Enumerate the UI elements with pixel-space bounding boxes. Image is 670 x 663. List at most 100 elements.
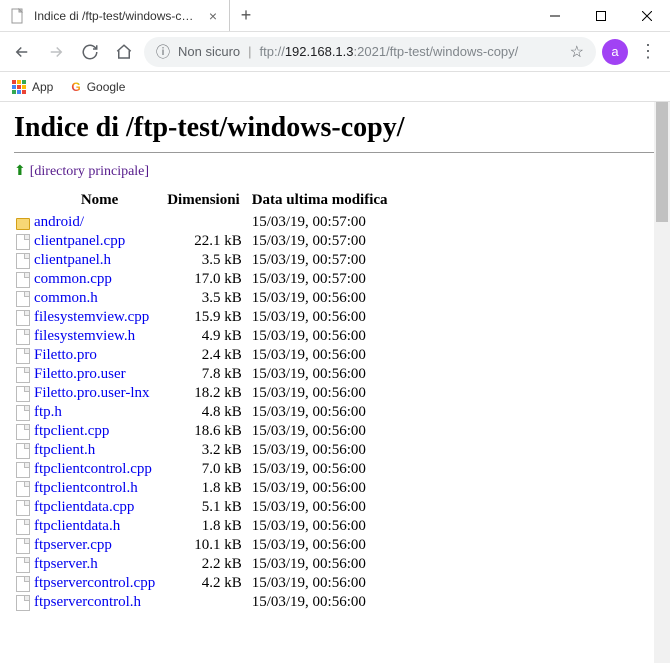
file-link[interactable]: ftpserver.h — [34, 556, 98, 572]
separator: | — [248, 44, 251, 59]
scrollbar-thumb[interactable] — [656, 102, 668, 222]
table-row: filesystemview.cpp15.9 kB15/03/19, 00:56… — [14, 308, 398, 327]
window-controls — [532, 0, 670, 31]
table-row: ftpservercontrol.h15/03/19, 00:56:00 — [14, 593, 398, 612]
file-link[interactable]: common.cpp — [34, 271, 112, 287]
cell-name: clientpanel.h — [14, 251, 165, 270]
scrollbar[interactable] — [654, 102, 670, 663]
cell-name: common.cpp — [14, 270, 165, 289]
reload-button[interactable] — [76, 38, 104, 66]
cell-size: 17.0 kB — [165, 270, 250, 289]
cell-size: 22.1 kB — [165, 232, 250, 251]
cell-size: 10.1 kB — [165, 536, 250, 555]
cell-date: 15/03/19, 00:56:00 — [250, 574, 398, 593]
table-row: ftpclient.cpp 18.6 kB15/03/19, 00:56:00 — [14, 422, 398, 441]
file-link[interactable]: android/ — [34, 214, 84, 230]
cell-name: ftpclient.h — [14, 441, 165, 460]
page-content: Indice di /ftp-test/windows-copy/ ⬆ [dir… — [0, 102, 670, 663]
cell-date: 15/03/19, 00:56:00 — [250, 498, 398, 517]
google-icon: G — [71, 80, 80, 94]
cell-size — [165, 593, 250, 612]
file-link[interactable]: ftpservercontrol.h — [34, 594, 141, 610]
file-icon — [16, 272, 30, 288]
cell-size: 4.8 kB — [165, 403, 250, 422]
browser-tab[interactable]: Indice di /ftp-test/windows-copy × — [0, 0, 230, 31]
cell-name: ftpservercontrol.h — [14, 593, 165, 612]
cell-date: 15/03/19, 00:56:00 — [250, 403, 398, 422]
table-row: common.cpp 17.0 kB15/03/19, 00:57:00 — [14, 270, 398, 289]
file-icon — [16, 234, 30, 250]
cell-name: ftpclientcontrol.h — [14, 479, 165, 498]
home-button[interactable] — [110, 38, 138, 66]
cell-date: 15/03/19, 00:56:00 — [250, 441, 398, 460]
cell-name: ftpserver.h — [14, 555, 165, 574]
file-icon — [16, 386, 30, 402]
file-link[interactable]: common.h — [34, 290, 98, 306]
file-icon — [16, 538, 30, 554]
minimize-button[interactable] — [532, 0, 578, 31]
file-link[interactable]: ftpserver.cpp — [34, 537, 112, 553]
kebab-menu-icon[interactable]: ⋮ — [634, 41, 662, 62]
file-icon — [16, 291, 30, 307]
col-date: Data ultima modifica — [250, 190, 398, 213]
file-link[interactable]: ftpclientcontrol.h — [34, 480, 138, 496]
file-link[interactable]: ftpclientdata.cpp — [34, 499, 134, 515]
file-link[interactable]: clientpanel.h — [34, 252, 111, 268]
file-link[interactable]: ftp.h — [34, 404, 62, 420]
file-link[interactable]: ftpclient.h — [34, 442, 95, 458]
apps-shortcut[interactable]: App — [12, 80, 53, 94]
insecure-label: Non sicuro — [178, 44, 240, 59]
cell-date: 15/03/19, 00:56:00 — [250, 346, 398, 365]
address-bar[interactable]: ⓘ Non sicuro | ftp://192.168.1.3:2021/ft… — [144, 37, 596, 67]
cell-name: android/ — [14, 213, 165, 232]
file-link[interactable]: filesystemview.cpp — [34, 309, 149, 325]
file-link[interactable]: clientpanel.cpp — [34, 233, 125, 249]
close-window-button[interactable] — [624, 0, 670, 31]
file-link[interactable]: ftpclientcontrol.cpp — [34, 461, 152, 477]
table-row: Filetto.pro.user-lnx18.2 kB15/03/19, 00:… — [14, 384, 398, 403]
page-icon — [10, 8, 26, 24]
cell-date: 15/03/19, 00:57:00 — [250, 213, 398, 232]
file-link[interactable]: Filetto.pro.user-lnx — [34, 385, 150, 401]
file-link[interactable]: ftpclient.cpp — [34, 423, 109, 439]
new-tab-button[interactable]: + — [230, 0, 262, 31]
table-row: ftpclientcontrol.cpp 7.0 kB15/03/19, 00:5… — [14, 460, 398, 479]
bookmark-star-icon[interactable]: ☆ — [570, 42, 584, 62]
apps-grid-icon — [12, 80, 26, 94]
cell-size: 3.5 kB — [165, 289, 250, 308]
cell-size: 2.4 kB — [165, 346, 250, 365]
cell-size: 18.6 kB — [165, 422, 250, 441]
tab-title: Indice di /ftp-test/windows-copy — [34, 9, 199, 23]
table-row: ftpserver.cpp 10.1 kB15/03/19, 00:56:00 — [14, 536, 398, 555]
cell-size: 5.1 kB — [165, 498, 250, 517]
cell-date: 15/03/19, 00:56:00 — [250, 536, 398, 555]
cell-size: 18.2 kB — [165, 384, 250, 403]
profile-avatar[interactable]: a — [602, 39, 628, 65]
cell-date: 15/03/19, 00:57:00 — [250, 270, 398, 289]
close-tab-icon[interactable]: × — [207, 8, 219, 24]
back-button[interactable] — [8, 38, 36, 66]
file-link[interactable]: filesystemview.h — [34, 328, 135, 344]
file-link[interactable]: ftpservercontrol.cpp — [34, 575, 155, 591]
cell-date: 15/03/19, 00:56:00 — [250, 422, 398, 441]
google-bookmark[interactable]: G Google — [71, 80, 125, 94]
file-icon — [16, 405, 30, 421]
forward-button[interactable] — [42, 38, 70, 66]
file-link[interactable]: Filetto.pro — [34, 347, 97, 363]
maximize-button[interactable] — [578, 0, 624, 31]
up-arrow-icon: ⬆ — [14, 163, 26, 180]
toolbar: ⓘ Non sicuro | ftp://192.168.1.3:2021/ft… — [0, 32, 670, 72]
info-icon[interactable]: ⓘ — [156, 42, 170, 62]
cell-name: ftpclient.cpp — [14, 422, 165, 441]
cell-date: 15/03/19, 00:57:00 — [250, 232, 398, 251]
file-link[interactable]: Filetto.pro.user — [34, 366, 126, 382]
cell-size: 7.0 kB — [165, 460, 250, 479]
table-row: filesystemview.h4.9 kB15/03/19, 00:56:00 — [14, 327, 398, 346]
parent-directory-link[interactable]: ⬆ [directory principale] — [14, 163, 656, 180]
file-link[interactable]: ftpclientdata.h — [34, 518, 120, 534]
file-icon — [16, 348, 30, 364]
cell-size: 1.8 kB — [165, 479, 250, 498]
cell-date: 15/03/19, 00:56:00 — [250, 460, 398, 479]
cell-name: filesystemview.cpp — [14, 308, 165, 327]
cell-name: Filetto.pro.user — [14, 365, 165, 384]
